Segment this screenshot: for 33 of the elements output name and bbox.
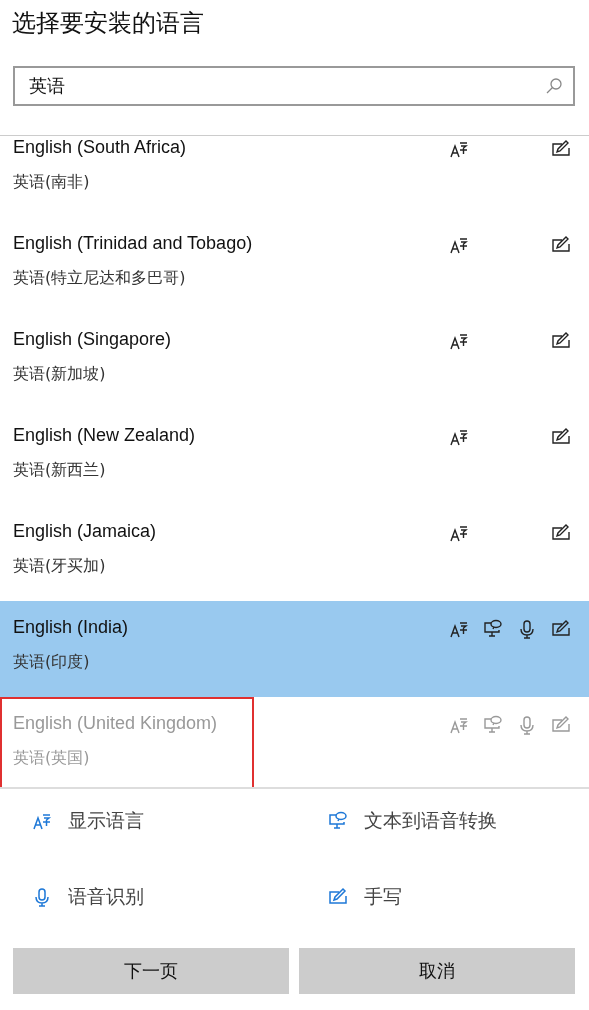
language-name: English (Trinidad and Tobago) <box>13 233 253 254</box>
language-native-name: 英语(新加坡) <box>13 364 107 385</box>
next-button[interactable]: 下一页 <box>13 948 289 994</box>
language-native-name: 英语(南非) <box>13 172 91 193</box>
legend-label: 语音识别 <box>68 883 144 909</box>
language-name: English (Singapore) <box>13 329 172 350</box>
language-item[interactable]: English (South Africa) 英语(南非) <box>0 136 589 217</box>
legend-label: 手写 <box>364 883 402 909</box>
language-native-name: 英语(英国) <box>13 748 91 769</box>
language-name: English (United Kingdom) <box>13 713 218 734</box>
language-native-name: 英语(牙买加) <box>13 556 107 577</box>
search-icon <box>545 77 563 95</box>
cancel-button[interactable]: 取消 <box>299 948 575 994</box>
language-item[interactable]: English (Singapore) 英语(新加坡) <box>0 313 589 409</box>
language-native-name: 英语(新西兰) <box>13 460 107 481</box>
language-item[interactable]: English (Trinidad and Tobago) 英语(特立尼达和多巴哥) <box>0 217 589 313</box>
language-native-name: 英语(特立尼达和多巴哥) <box>13 268 187 289</box>
language-item[interactable]: English (Jamaica) 英语(牙买加) <box>0 505 589 601</box>
legend-label: 显示语言 <box>68 808 144 833</box>
language-item[interactable]: English (India) 英语(印度) <box>0 601 589 697</box>
language-name: English (South Africa) <box>13 137 187 158</box>
pen-pad-icon <box>328 886 348 907</box>
language-item[interactable]: English (New Zealand) 英语(新西兰) <box>0 409 589 505</box>
language-name: English (Jamaica) <box>13 521 157 542</box>
legend-label: 文本到语音转换 <box>364 808 497 833</box>
microphone-icon <box>32 886 52 907</box>
monitor-speech-icon <box>328 811 348 831</box>
language-name: English (New Zealand) <box>13 425 196 446</box>
letter-a-icon <box>32 811 52 831</box>
language-native-name: 英语(印度) <box>13 652 91 673</box>
dialog-title: 选择要安装的语言 <box>11 8 205 39</box>
search-field[interactable]: 英语 <box>13 66 575 106</box>
language-name: English (India) <box>13 617 129 638</box>
